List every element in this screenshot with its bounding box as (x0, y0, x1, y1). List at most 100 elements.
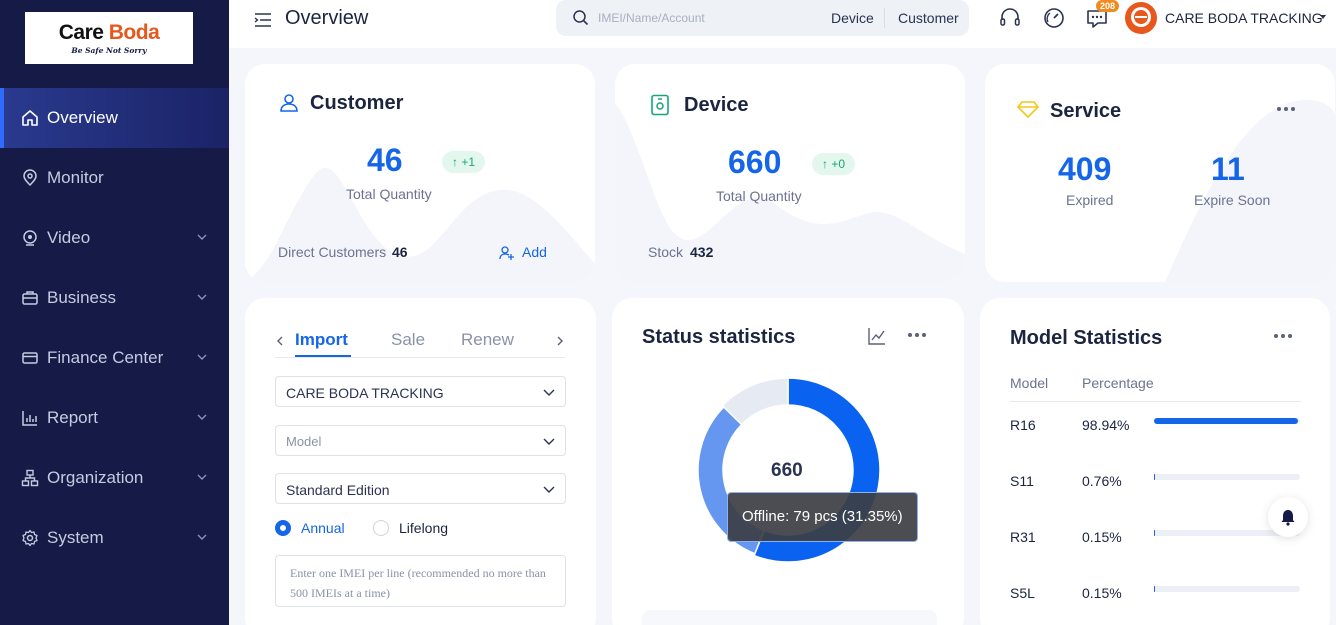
card-title: Customer (310, 92, 404, 114)
sidebar-item-label: Organization (47, 468, 144, 487)
expire-soon-label: Expire Soon (1194, 192, 1271, 208)
sidebar-item-finance-center[interactable]: Finance Center (0, 328, 229, 388)
radio-lifelong[interactable]: Lifelong (373, 520, 448, 536)
search-divider (884, 8, 885, 28)
customer-card: Customer 46 ↑ +1 Total Quantity Direct C… (245, 64, 595, 282)
model-row-name: S11 (1010, 473, 1034, 489)
direct-customers-label: Direct Customers (278, 244, 387, 260)
more-options-icon[interactable] (1273, 333, 1293, 339)
model-row-bar-fill (1154, 586, 1155, 592)
sidebar-item-system[interactable]: System (0, 508, 229, 568)
sidebar-nav: Overview Monitor Video Business Finance … (0, 88, 229, 568)
global-search: Device Customer (556, 0, 969, 36)
expired-label: Expired (1066, 192, 1114, 208)
sidebar-item-organization[interactable]: Organization (0, 448, 229, 508)
notification-bell-button[interactable] (1268, 497, 1308, 537)
model-select-placeholder: Model (286, 434, 322, 449)
location-pin-icon (20, 168, 40, 188)
home-icon (20, 108, 40, 128)
search-input[interactable] (598, 6, 818, 30)
tab-renew[interactable]: Renew (461, 330, 514, 350)
model-row-bar-fill (1154, 530, 1155, 536)
legend-area (642, 610, 937, 625)
chevron-down-icon (543, 486, 555, 493)
expire-soon-value: 11 (1211, 151, 1245, 187)
device-operation-card: Import Sale Renew CARE BODA TRACKING Mod… (245, 298, 596, 625)
account-select[interactable]: CARE BODA TRACKING (275, 376, 566, 407)
device-delta-badge: ↑ +0 (812, 153, 856, 175)
chevron-left-icon[interactable] (275, 335, 285, 347)
user-name[interactable]: CARE BODA TRACKING (1165, 10, 1323, 26)
sidebar-item-label: Video (47, 228, 91, 247)
search-scope-device[interactable]: Device (831, 10, 874, 26)
sidebar-item-label: Monitor (47, 168, 104, 187)
video-icon (20, 228, 40, 248)
sidebar-item-overview[interactable]: Overview (0, 88, 229, 148)
device-icon (651, 94, 669, 116)
tab-sale[interactable]: Sale (391, 330, 425, 350)
model-row-bar (1154, 418, 1300, 424)
caret-down-icon[interactable] (1318, 12, 1328, 22)
dashboard-gauge-icon[interactable] (1042, 6, 1066, 30)
model-row-name: R31 (1010, 529, 1036, 545)
search-icon (573, 10, 589, 26)
model-row-name: R16 (1010, 417, 1036, 433)
more-options-icon[interactable] (907, 332, 927, 338)
sidebar-item-monitor[interactable]: Monitor (0, 148, 229, 208)
imei-textarea[interactable]: Enter one IMEI per line (recommended no … (275, 555, 566, 607)
sidebar-item-label: Business (47, 288, 116, 307)
model-row-percentage: 0.15% (1082, 529, 1122, 545)
model-select[interactable]: Model (275, 425, 566, 456)
sidebar: Care Boda Be Safe Not Sorry Overview Mon… (0, 0, 229, 625)
add-user-icon[interactable] (499, 245, 515, 261)
sidebar-item-business[interactable]: Business (0, 268, 229, 328)
model-row-percentage: 98.94% (1082, 417, 1130, 433)
sidebar-item-label: Report (47, 408, 99, 427)
chevron-down-icon (197, 534, 207, 540)
direct-customers-value: 46 (392, 244, 408, 260)
avatar-logo-icon (1131, 7, 1151, 27)
top-header: Overview Device Customer 208 CARE BODA T… (229, 0, 1336, 48)
card-title: Status statistics (642, 326, 796, 348)
model-row-percentage: 0.76% (1082, 473, 1122, 489)
search-scope-customer[interactable]: Customer (898, 10, 959, 26)
chevron-right-icon[interactable] (555, 335, 565, 347)
card-title: Model Statistics (1010, 327, 1163, 349)
device-total-value: 660 (728, 144, 782, 180)
device-card: Device 660 ↑ +0 Total Quantity Stock 432 (615, 64, 965, 282)
bell-icon (1281, 510, 1295, 526)
service-card: Service 409 Expired 11 Expire Soon (985, 64, 1335, 282)
headset-icon[interactable] (998, 6, 1022, 30)
sidebar-item-video[interactable]: Video (0, 208, 229, 268)
more-options-icon[interactable] (1276, 106, 1296, 112)
total-quantity-label: Total Quantity (716, 188, 802, 204)
user-icon (280, 94, 298, 112)
expired-value: 409 (1058, 151, 1112, 187)
card-title: Service (1050, 100, 1122, 122)
model-row-bar-fill (1154, 418, 1299, 424)
radio-dot-selected (275, 520, 291, 536)
donut-center-value: 660 (771, 460, 803, 481)
chevron-down-icon (543, 389, 555, 396)
model-row-bar (1154, 474, 1300, 480)
page-title: Overview (285, 7, 369, 29)
sidebar-item-report[interactable]: Report (0, 388, 229, 448)
edition-select-value: Standard Edition (286, 482, 390, 498)
tab-import[interactable]: Import (295, 330, 348, 350)
operation-tabs: Import Sale Renew (275, 328, 565, 358)
user-avatar[interactable] (1125, 2, 1157, 34)
chevron-down-icon (197, 294, 207, 300)
menu-toggle-icon[interactable] (253, 10, 273, 30)
radio-annual[interactable]: Annual (275, 520, 345, 536)
chevron-down-icon (197, 234, 207, 240)
column-header-percentage: Percentage (1082, 375, 1154, 391)
gear-icon (20, 528, 40, 548)
add-customer-button[interactable]: Add (522, 244, 547, 260)
line-chart-icon[interactable] (868, 327, 886, 345)
edition-select[interactable]: Standard Edition (275, 473, 566, 504)
chevron-down-icon (543, 438, 555, 445)
brand-logo[interactable]: Care Boda Be Safe Not Sorry (25, 12, 193, 64)
radio-annual-label: Annual (301, 520, 345, 536)
radio-lifelong-label: Lifelong (399, 520, 449, 536)
bar-chart-icon (20, 408, 40, 428)
